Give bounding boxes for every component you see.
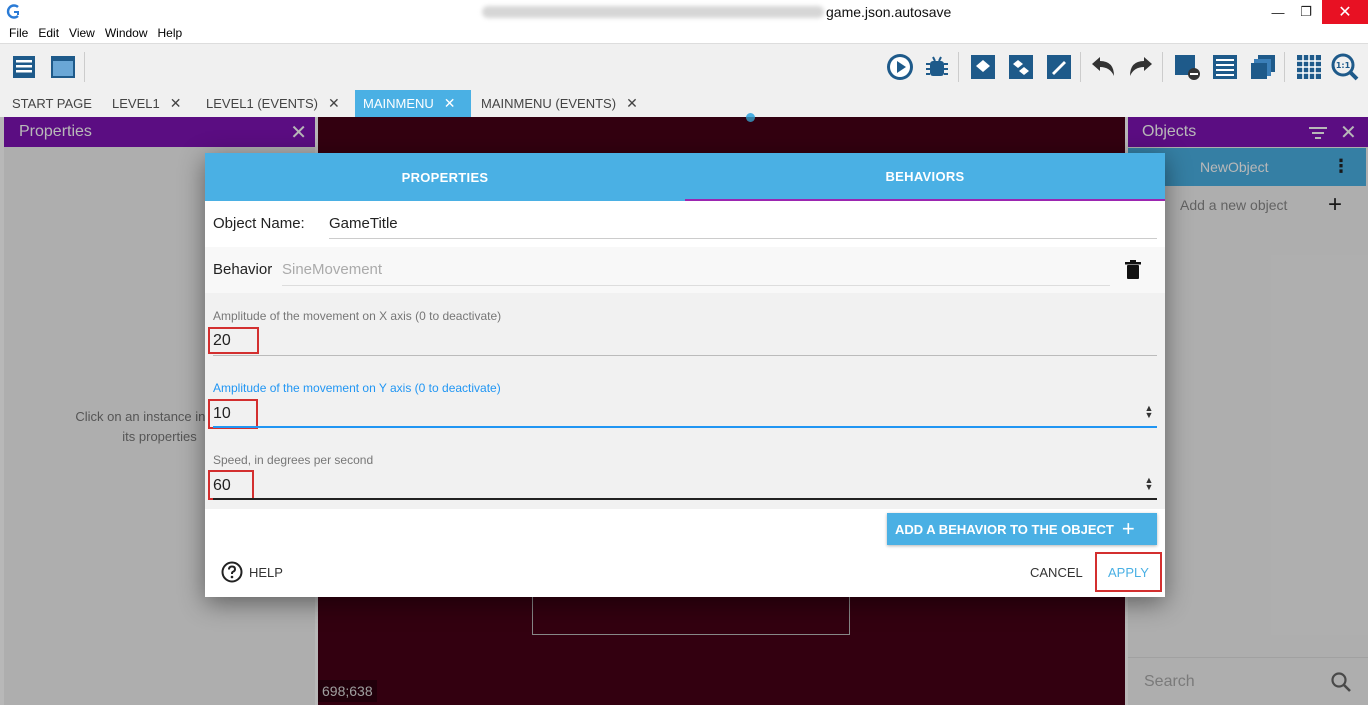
speed-input[interactable]: 60 — [213, 477, 231, 495]
delete-selection-button[interactable] — [1172, 52, 1202, 82]
delete-items-icon — [1175, 55, 1200, 80]
layers-icon — [1251, 55, 1275, 79]
cube-icon — [971, 55, 995, 79]
field-underline — [213, 498, 1157, 500]
svg-text:1:1: 1:1 — [1336, 61, 1351, 70]
tab-label: LEVEL1 — [112, 96, 160, 111]
properties-edit-button[interactable] — [1044, 52, 1074, 82]
object-name-underline — [329, 238, 1157, 239]
editor-tab-bar: START PAGE LEVEL1 ✕ LEVEL1 (EVENTS) ✕ MA… — [0, 90, 1368, 117]
number-spinner-icon[interactable]: ▲ ▼ — [1144, 404, 1154, 420]
tab-properties[interactable]: PROPERTIES — [205, 153, 685, 201]
toolbar-separator — [1284, 52, 1285, 82]
object-editor-button[interactable] — [968, 52, 998, 82]
layers-button[interactable] — [1248, 52, 1278, 82]
zoom-reset-button[interactable]: 1:1 — [1330, 52, 1360, 82]
menu-help[interactable]: Help — [153, 24, 188, 43]
toolbar-separator — [1162, 52, 1163, 82]
gdevelop-logo-icon — [6, 4, 19, 19]
number-spinner-icon[interactable]: ▲ ▼ — [1144, 476, 1154, 492]
tab-label: MAINMENU (EVENTS) — [481, 96, 617, 111]
tab-behaviors[interactable]: BEHAVIORS — [685, 153, 1165, 201]
tab-level1[interactable]: LEVEL1 ✕ — [104, 90, 189, 117]
help-icon — [221, 561, 243, 583]
redo-icon — [1130, 57, 1152, 76]
close-tab-icon[interactable]: ✕ — [444, 95, 456, 112]
object-groups-button[interactable] — [1006, 52, 1036, 82]
field-underline — [213, 426, 1157, 428]
preview-button[interactable] — [885, 52, 915, 82]
list-icon — [1213, 55, 1237, 79]
menu-file[interactable]: File — [4, 24, 33, 43]
debug-button[interactable] — [922, 52, 952, 82]
close-window-button[interactable]: ✕ — [1322, 0, 1368, 24]
add-icon: + — [1121, 516, 1135, 541]
window-layout-button[interactable] — [48, 52, 78, 82]
behavior-row: Behavior SineMovement — [205, 247, 1165, 293]
close-tab-icon[interactable]: ✕ — [170, 95, 182, 112]
redo-button[interactable] — [1126, 52, 1156, 82]
menu-window[interactable]: Window — [100, 24, 153, 43]
menu-bar: File Edit View Window Help — [0, 24, 1368, 43]
title-bar: game.json.autosave — ❐ ✕ — [0, 0, 1368, 24]
object-name-label: Object Name: — [213, 215, 305, 232]
tab-level1-events[interactable]: LEVEL1 (EVENTS) ✕ — [198, 90, 348, 117]
help-button[interactable]: HELP — [221, 561, 283, 583]
help-label: HELP — [249, 564, 283, 580]
menu-view[interactable]: View — [64, 24, 100, 43]
tab-label: START PAGE — [12, 96, 92, 111]
behavior-label: Behavior — [213, 261, 273, 278]
apply-label: APPLY — [1108, 564, 1149, 580]
instances-list-button[interactable] — [1210, 52, 1240, 82]
window-icon — [51, 56, 75, 78]
behavior-underline — [282, 285, 1110, 286]
cancel-button[interactable]: CANCEL — [1030, 565, 1083, 580]
amplitude-y-input[interactable]: 10 — [213, 405, 231, 423]
dialog-tabs: PROPERTIES BEHAVIORS — [205, 153, 1165, 201]
toolbar-separator — [1080, 52, 1081, 82]
delete-behavior-icon[interactable] — [1124, 260, 1142, 280]
project-manager-button[interactable] — [10, 52, 40, 82]
undo-icon — [1092, 57, 1114, 76]
grid-button[interactable] — [1294, 52, 1324, 82]
add-behavior-label: ADD A BEHAVIOR TO THE OBJECT — [895, 521, 1114, 537]
behavior-properties: Amplitude of the movement on X axis (0 t… — [205, 293, 1165, 509]
behavior-name-field[interactable]: SineMovement — [282, 261, 382, 278]
zoom-icon: 1:1 — [1331, 53, 1359, 81]
close-tab-icon[interactable]: ✕ — [626, 95, 638, 112]
cubes-icon — [1009, 55, 1033, 79]
edit-icon — [1047, 55, 1071, 79]
minimize-button[interactable]: — — [1264, 0, 1292, 24]
tab-mainmenu[interactable]: MAINMENU ✕ — [355, 90, 471, 117]
app-window: game.json.autosave — ❐ ✕ File Edit View … — [0, 0, 1368, 705]
project-list-icon — [13, 56, 35, 78]
toolbar-separator — [84, 52, 85, 82]
object-name-field[interactable]: GameTitle — [329, 215, 398, 232]
tab-label: MAINMENU — [363, 96, 434, 111]
play-icon — [887, 54, 913, 80]
tab-start-page[interactable]: START PAGE — [4, 90, 100, 117]
field-label: Speed, in degrees per second — [213, 453, 374, 467]
field-underline — [213, 355, 1157, 356]
undo-button[interactable] — [1088, 52, 1118, 82]
blurred-path — [482, 6, 824, 18]
apply-button[interactable]: APPLY — [1095, 552, 1162, 592]
add-behavior-button[interactable]: ADD A BEHAVIOR TO THE OBJECT + — [887, 513, 1157, 545]
tab-mainmenu-events[interactable]: MAINMENU (EVENTS) ✕ — [473, 90, 646, 117]
maximize-button[interactable]: ❐ — [1292, 0, 1320, 24]
field-label: Amplitude of the movement on Y axis (0 t… — [213, 381, 501, 395]
toolbar: 1:1 — [0, 43, 1368, 90]
amplitude-x-input[interactable]: 20 — [213, 332, 231, 350]
object-edit-dialog: PROPERTIES BEHAVIORS Object Name: GameTi… — [205, 153, 1165, 597]
close-tab-icon[interactable]: ✕ — [328, 95, 340, 112]
tab-label: LEVEL1 (EVENTS) — [206, 96, 318, 111]
window-title: game.json.autosave — [826, 4, 952, 20]
grid-icon — [1297, 55, 1321, 79]
object-name-row: Object Name: GameTitle — [205, 201, 1165, 247]
bug-icon — [926, 56, 948, 76]
field-label: Amplitude of the movement on X axis (0 t… — [213, 309, 502, 323]
toolbar-separator — [958, 52, 959, 82]
menu-edit[interactable]: Edit — [33, 24, 64, 43]
